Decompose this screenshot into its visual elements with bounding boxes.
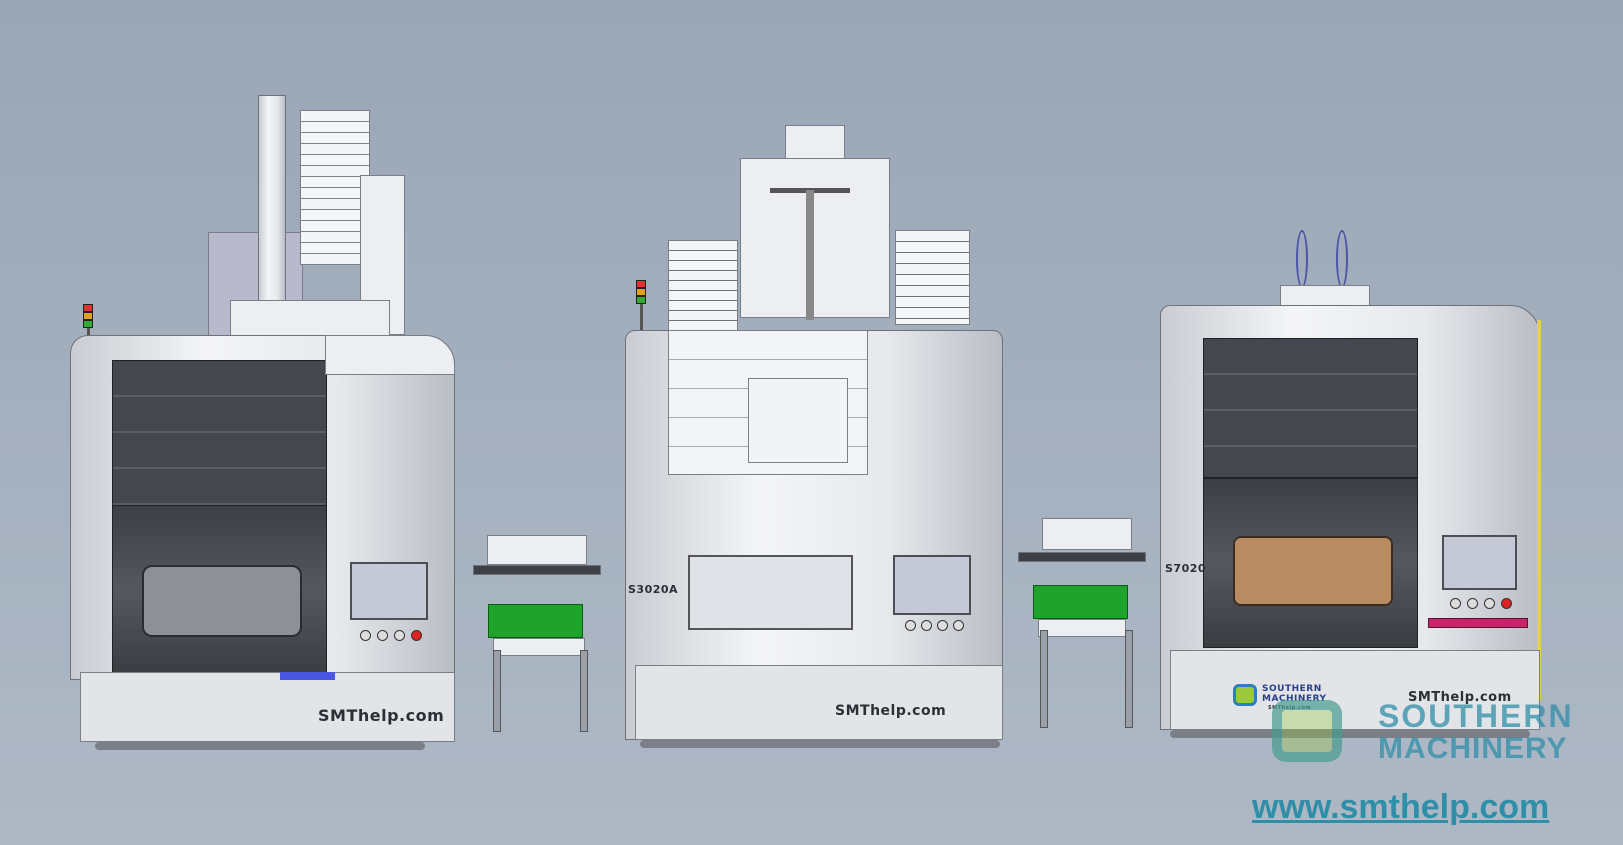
- center-foot: [640, 740, 1000, 748]
- right-side-yellow-edge: [1537, 320, 1541, 700]
- left-front-slats: [112, 360, 327, 510]
- left-control-buttons: [360, 630, 430, 641]
- center-tower-frame: [740, 158, 890, 318]
- right-reel-1: [1296, 230, 1308, 288]
- left-button-2[interactable]: [377, 630, 388, 641]
- center-model-label: S3020A: [628, 583, 679, 596]
- center-top-head: [785, 125, 845, 160]
- left-conveyor-rail: [473, 565, 601, 575]
- left-button-stop[interactable]: [411, 630, 422, 641]
- left-conveyor-leg-left: [493, 650, 501, 732]
- left-signal-light-amber: [83, 312, 93, 320]
- right-conveyor-leg-right: [1125, 630, 1133, 728]
- center-lower-cabinet: [635, 665, 1003, 740]
- right-button-1[interactable]: [1450, 598, 1461, 609]
- left-side-panel: [325, 335, 455, 375]
- center-button-3[interactable]: [937, 620, 948, 631]
- right-control-buttons: [1450, 598, 1520, 609]
- center-signal-light-red: [636, 280, 646, 288]
- watermark-url: www.smthelp.com: [1252, 788, 1550, 826]
- right-pink-strip: [1428, 618, 1528, 628]
- left-blue-strip: [280, 672, 335, 680]
- center-left-magazine: [668, 240, 738, 335]
- left-signal-light-green: [83, 320, 93, 328]
- cad-render-canvas: { "scene": "SMT production line CAD rend…: [0, 0, 1623, 845]
- left-button-1[interactable]: [360, 630, 371, 641]
- right-front-slats: [1203, 338, 1418, 478]
- left-brand-label: SMThelp.com: [318, 706, 445, 725]
- right-model-label: S7020: [1165, 562, 1207, 575]
- right-reel-2: [1336, 230, 1348, 288]
- center-control-buttons: [905, 620, 975, 631]
- watermark-line2: MACHINERY: [1378, 732, 1568, 765]
- watermark-logo-icon: [1272, 700, 1342, 762]
- left-conveyor-control: [493, 638, 585, 656]
- right-conveyor-green: [1033, 585, 1128, 619]
- right-tray: [1233, 536, 1393, 606]
- right-button-3[interactable]: [1484, 598, 1495, 609]
- center-top-hatch: [748, 378, 848, 463]
- center-signal-light-amber: [636, 288, 646, 296]
- right-logo-mark: [1233, 684, 1257, 706]
- center-button-1[interactable]: [905, 620, 916, 631]
- center-button-2[interactable]: [921, 620, 932, 631]
- left-conveyor-frame: [487, 535, 587, 565]
- center-brand-label: SMThelp.com: [835, 703, 947, 719]
- center-front-window: [688, 555, 853, 630]
- left-signal-light-red: [83, 304, 93, 312]
- center-hmi-screen: [893, 555, 971, 615]
- right-button-2[interactable]: [1467, 598, 1478, 609]
- right-conveyor-control: [1038, 619, 1126, 637]
- right-conveyor-rail: [1018, 552, 1146, 562]
- watermark-line1: SOUTHERN: [1378, 698, 1574, 734]
- left-hmi-screen: [350, 562, 428, 620]
- left-tower-base: [230, 300, 390, 340]
- center-tower-column: [806, 190, 814, 320]
- left-conveyor-green: [488, 604, 583, 638]
- left-tower-rail: [258, 95, 286, 335]
- left-foot: [95, 742, 425, 750]
- right-hmi-screen: [1442, 535, 1517, 590]
- center-signal-light-green: [636, 296, 646, 304]
- right-button-stop[interactable]: [1501, 598, 1512, 609]
- right-conveyor-frame: [1042, 518, 1132, 550]
- left-front-window: [142, 565, 302, 637]
- center-button-4[interactable]: [953, 620, 964, 631]
- center-right-magazine: [895, 230, 970, 325]
- right-conveyor-leg-left: [1040, 630, 1048, 728]
- left-conveyor-leg-right: [580, 650, 588, 732]
- left-button-3[interactable]: [394, 630, 405, 641]
